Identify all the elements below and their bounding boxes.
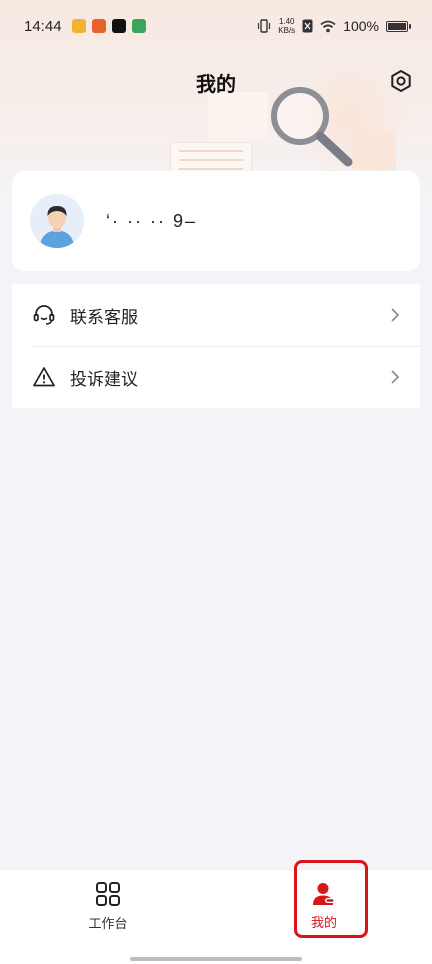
menu-item-label: 联系客服 [70,307,138,328]
status-time: 14:44 [24,17,62,35]
menu-item-feedback[interactable]: 投诉建议 [12,346,420,408]
tiktok-app-icon [111,19,126,33]
tab-label: 我的 [310,915,337,931]
gear-icon [391,70,411,92]
app-notification-icon [91,19,106,33]
network-speed-value: 1.40 [278,17,295,26]
profile-card[interactable]: ‘· ·· ·· 9– [12,171,420,271]
person-icon [313,882,335,905]
menu-item-customer-service[interactable]: 联系客服 [12,284,420,346]
tab-mine[interactable]: 我的 [264,870,384,942]
sim-icon [302,19,313,33]
menu-item-label: 投诉建议 [70,369,138,390]
magnifier-illustration-icon [271,87,353,167]
grid-icon [96,881,120,906]
home-indicator[interactable] [130,957,302,961]
bottom-tab-bar: 工作台 我的 [0,869,432,964]
decoration-document [208,92,268,138]
page-title: 我的 [196,72,236,96]
tab-label: 工作台 [88,916,128,932]
headset-icon [32,303,56,327]
wifi-icon [320,20,336,32]
tab-workbench[interactable]: 工作台 [48,870,168,942]
avatar[interactable] [30,194,84,248]
network-speed-unit: KB/s [278,26,296,35]
user-avatar-icon [30,194,84,248]
chevron-right-icon [390,307,402,323]
chevron-right-icon [390,369,402,385]
battery-icon [386,20,411,32]
battery-percent: 100% [343,18,379,34]
weibo-app-icon [71,19,86,33]
network-speed: 1.40 KB/s [278,17,295,35]
vibrate-icon [258,19,271,33]
warning-icon [32,365,56,389]
status-bar: 14:44 1.40 KB/s 100% [0,0,432,52]
app-notification-icon [131,19,146,33]
username: ‘· ·· ·· 9– [106,210,197,231]
menu-list: 联系客服 投诉建议 [12,284,420,408]
settings-button[interactable] [388,68,414,94]
